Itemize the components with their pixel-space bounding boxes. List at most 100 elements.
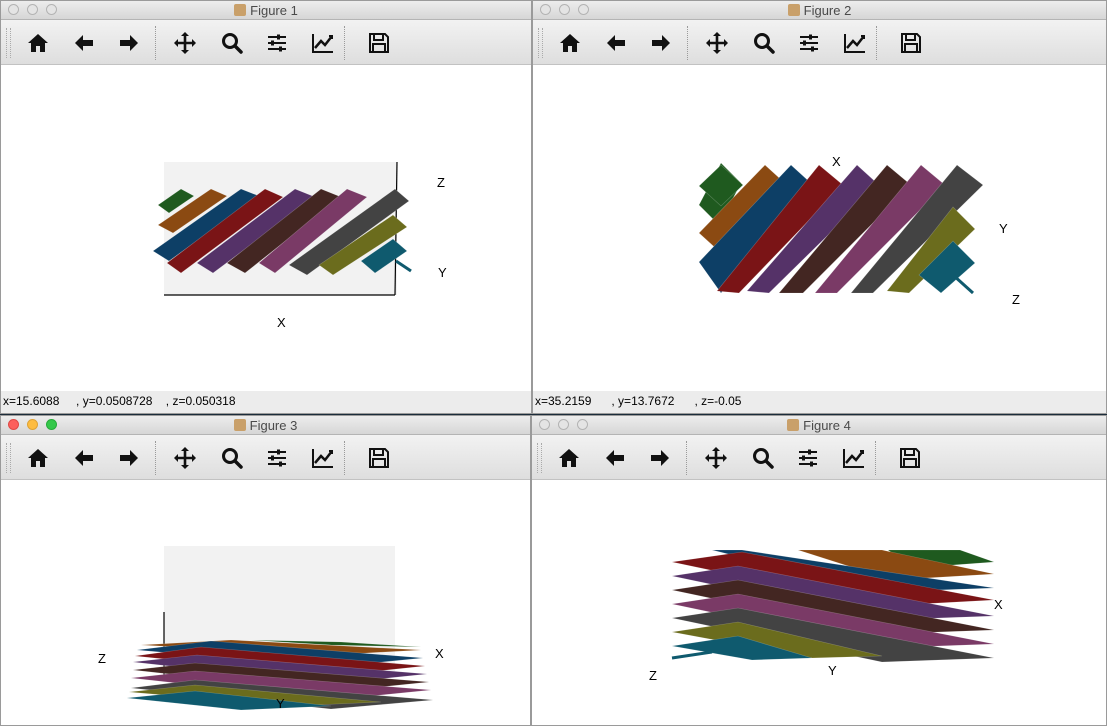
forward-arrow-icon (120, 35, 138, 51)
home-button[interactable] (557, 30, 583, 56)
back-arrow-icon (607, 35, 625, 51)
title-bar[interactable]: Figure 2 (533, 1, 1106, 20)
save-icon (901, 33, 921, 53)
home-button[interactable] (25, 30, 51, 56)
back-arrow-button[interactable] (602, 445, 628, 471)
plot-canvas[interactable]: Z X Y (1, 480, 530, 725)
save-button[interactable] (897, 445, 923, 471)
window-title: Figure 2 (533, 3, 1106, 18)
home-icon (28, 449, 48, 467)
figure-4-window: Figure 4 X Z Y (531, 415, 1107, 726)
edit-curves-button[interactable] (842, 30, 868, 56)
toolbar-separator (875, 441, 876, 475)
back-arrow-button[interactable] (71, 30, 97, 56)
pan-button[interactable] (172, 445, 198, 471)
coordinate-readout: x=15.6088 , y=0.0508728 , z=0.050318 (1, 391, 531, 413)
z-axis-stub (951, 273, 975, 295)
title-bar[interactable]: Figure 3 (1, 416, 530, 435)
pan-button[interactable] (704, 30, 730, 56)
python-rocket-icon (233, 419, 246, 431)
zoom-icon (754, 33, 775, 54)
toolbar-grip[interactable] (6, 28, 11, 58)
back-arrow-button[interactable] (603, 30, 629, 56)
z-axis-label: Z (649, 668, 657, 683)
z-axis-stub (671, 650, 713, 660)
subplots-icon (800, 34, 818, 52)
home-icon (559, 449, 579, 467)
z-axis-label: Z (1012, 292, 1020, 307)
pan-icon (174, 32, 196, 54)
home-icon (28, 34, 48, 52)
zoom-icon (222, 448, 243, 469)
toolbar-separator (155, 441, 156, 475)
window-title: Figure 3 (1, 418, 530, 433)
figure-2-window: Figure 2 X Y Z x=35.2159 , y=13.7672 , z… (532, 0, 1107, 414)
toolbar-separator (686, 441, 687, 475)
save-icon (369, 33, 389, 53)
edit-curves-button[interactable] (310, 30, 336, 56)
forward-arrow-icon (651, 450, 669, 466)
toolbar-separator (876, 26, 877, 60)
subplots-icon (799, 449, 817, 467)
zoom-button[interactable] (750, 445, 776, 471)
pan-button[interactable] (703, 445, 729, 471)
back-arrow-icon (606, 450, 624, 466)
window-title: Figure 1 (1, 3, 531, 18)
toolbar-grip[interactable] (538, 28, 543, 58)
zoom-button[interactable] (219, 30, 245, 56)
subplots-button[interactable] (796, 30, 822, 56)
x-axis-label: X (277, 315, 286, 330)
toolbar-grip[interactable] (537, 443, 542, 473)
pan-icon (174, 447, 196, 469)
z-axis-label: Z (98, 651, 106, 666)
title-bar[interactable]: Figure 1 (1, 1, 531, 20)
save-button[interactable] (366, 30, 392, 56)
navigation-toolbar (1, 435, 530, 480)
y-axis-label: Y (828, 663, 837, 678)
x-axis-label: X (435, 646, 444, 661)
save-button[interactable] (898, 30, 924, 56)
navigation-toolbar (1, 20, 531, 65)
pan-icon (705, 447, 727, 469)
subplots-button[interactable] (264, 30, 290, 56)
edit-curves-button[interactable] (841, 445, 867, 471)
edit-curves-button[interactable] (310, 445, 336, 471)
coordinate-readout: x=35.2159 , y=13.7672 , z=-0.05 (533, 391, 1106, 413)
toolbar-separator (344, 441, 345, 475)
plot-canvas[interactable]: X Y Z (533, 65, 1106, 391)
plot-canvas[interactable]: X Z Y (532, 480, 1106, 725)
python-rocket-icon (787, 4, 800, 16)
edit-curves-icon (844, 34, 865, 53)
save-button[interactable] (366, 445, 392, 471)
surface-planes (671, 549, 995, 663)
forward-arrow-button[interactable] (116, 445, 142, 471)
pan-button[interactable] (172, 30, 198, 56)
home-button[interactable] (556, 445, 582, 471)
pan-icon (706, 32, 728, 54)
plot-canvas[interactable]: Z Y X (1, 65, 531, 391)
subplots-button[interactable] (264, 445, 290, 471)
surface-planes (698, 162, 984, 294)
forward-arrow-button[interactable] (648, 30, 674, 56)
forward-arrow-icon (120, 450, 138, 466)
save-icon (900, 448, 920, 468)
forward-arrow-button[interactable] (116, 30, 142, 56)
y-axis-stub (395, 259, 412, 273)
subplots-icon (268, 34, 286, 52)
x-axis-label: X (994, 597, 1003, 612)
edit-curves-icon (312, 34, 333, 53)
navigation-toolbar (533, 20, 1106, 65)
toolbar-grip[interactable] (6, 443, 11, 473)
toolbar-separator (344, 26, 345, 60)
back-arrow-icon (75, 450, 93, 466)
subplots-button[interactable] (795, 445, 821, 471)
forward-arrow-button[interactable] (647, 445, 673, 471)
zoom-button[interactable] (751, 30, 777, 56)
back-arrow-button[interactable] (71, 445, 97, 471)
save-icon (369, 448, 389, 468)
zoom-button[interactable] (219, 445, 245, 471)
subplots-icon (268, 449, 286, 467)
title-bar[interactable]: Figure 4 (532, 416, 1106, 435)
home-button[interactable] (25, 445, 51, 471)
back-arrow-icon (75, 35, 93, 51)
